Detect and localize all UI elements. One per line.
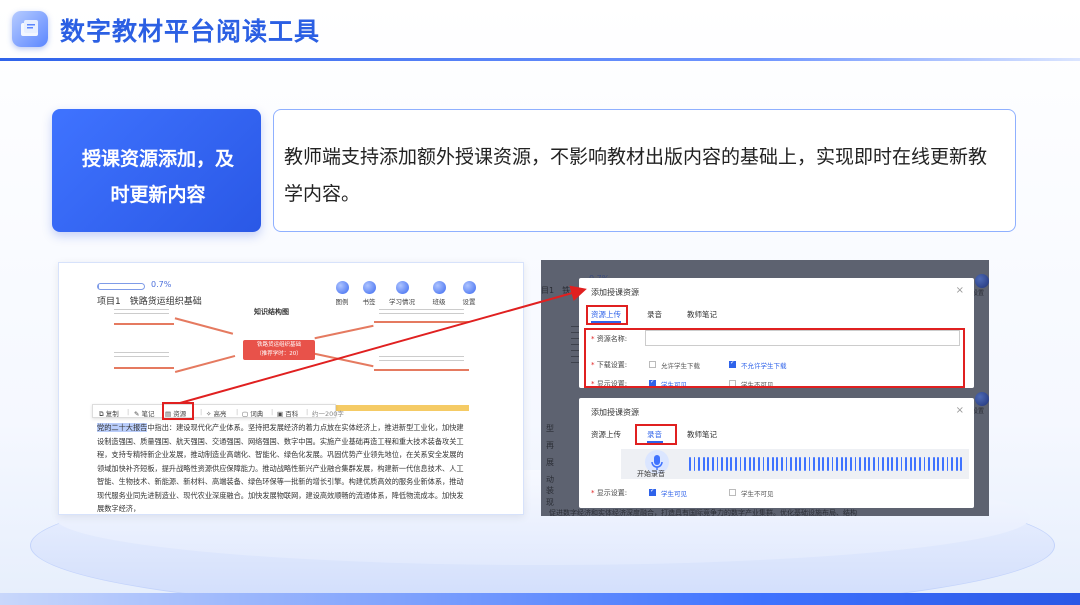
slide: 数字教材平台阅读工具 授课资源添加，及 时更新内容 教师端支持添加额外授课资源，… [0,0,1080,605]
callout-arrow [179,285,587,404]
arrow-line [179,285,587,404]
